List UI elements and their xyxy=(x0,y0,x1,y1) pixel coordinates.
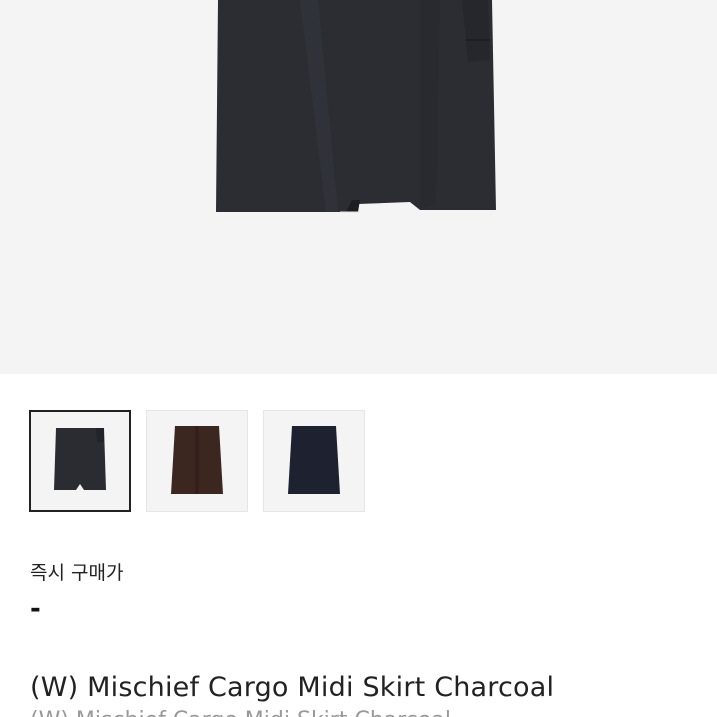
instant-buy-price-value: - xyxy=(30,594,41,624)
skirt-thumbnail-image xyxy=(171,426,223,494)
skirt-thumbnail-image xyxy=(288,426,340,494)
skirt-thumbnail-image xyxy=(54,428,106,490)
instant-buy-price-label: 즉시 구매가 xyxy=(30,562,124,584)
product-name: (W) Mischief Cargo Midi Skirt Charcoal xyxy=(30,672,555,703)
thumbnail-list xyxy=(29,410,365,512)
thumbnail-charcoal[interactable] xyxy=(29,410,131,512)
product-sub-name: (W) Mischief Cargo Midi Skirt Charcoal xyxy=(30,708,451,717)
thumbnail-brown[interactable] xyxy=(146,410,248,512)
thumbnail-navy[interactable] xyxy=(263,410,365,512)
product-main-image[interactable] xyxy=(0,0,717,374)
skirt-image xyxy=(216,0,496,213)
